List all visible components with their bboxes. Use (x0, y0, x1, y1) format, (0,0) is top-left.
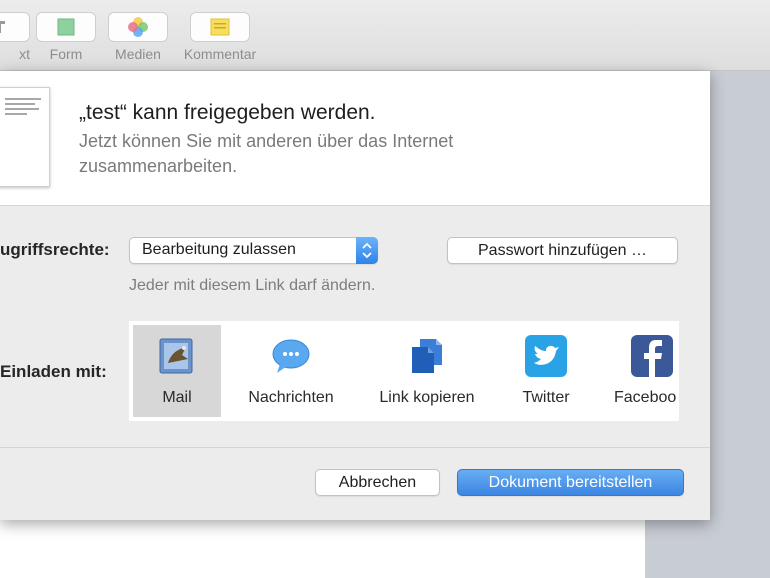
mail-icon (156, 335, 198, 377)
permission-hint: Jeder mit diesem Link darf ändern. (129, 277, 376, 294)
toolbar-form-button[interactable]: Form (36, 12, 96, 62)
sheet-description: Jetzt können Sie mit anderen über das In… (79, 131, 454, 176)
toolbar-label: Form (49, 46, 83, 62)
share-option-label: Mail (162, 389, 192, 406)
toolbar-comment-button[interactable]: Kommentar (184, 12, 256, 62)
permissions-label: ugriffsrechte: (0, 240, 110, 259)
toolbar-label: Kommentar (183, 46, 257, 62)
share-option-copy-link[interactable]: Link kopieren (365, 325, 489, 417)
copy-link-icon (406, 335, 448, 377)
media-icon (108, 12, 168, 42)
sheet-header: „test“ kann freigegeben werden. Jetzt kö… (0, 71, 710, 206)
document-thumbnail (0, 87, 50, 187)
toolbar-label: xt (19, 46, 30, 62)
share-option-label: Nachrichten (248, 389, 334, 406)
share-document-button[interactable]: Dokument bereitstellen (457, 469, 684, 496)
share-option-facebook[interactable]: Faceboo (609, 325, 679, 417)
share-option-mail[interactable]: Mail (133, 325, 221, 417)
sheet-title: „test“ kann freigegeben werden. (79, 101, 376, 124)
footer-divider (0, 447, 710, 448)
share-options: Mail Nachrichten Link kopieren Twitter F… (129, 321, 679, 421)
toolbar: xt Form Medien Kommentar (0, 0, 770, 71)
permission-select[interactable]: Bearbeitung zulassen (129, 237, 378, 264)
share-option-label: Twitter (522, 389, 570, 406)
comment-icon (190, 12, 250, 42)
share-option-label: Faceboo (614, 389, 677, 406)
share-option-label: Link kopieren (379, 389, 475, 406)
add-password-button[interactable]: Passwort hinzufügen … (447, 237, 678, 264)
toolbar-text-button[interactable]: xt (0, 12, 30, 62)
facebook-icon (631, 335, 673, 377)
share-option-twitter[interactable]: Twitter (505, 325, 587, 417)
share-option-messages[interactable]: Nachrichten (237, 325, 345, 417)
invite-label: Einladen mit: (0, 362, 107, 381)
permission-value: Bearbeitung zulassen (142, 241, 296, 258)
messages-icon (270, 335, 312, 377)
toolbar-label: Medien (115, 46, 161, 62)
twitter-icon (525, 335, 567, 377)
cancel-button[interactable]: Abbrechen (315, 469, 440, 496)
text-icon (0, 12, 30, 42)
shape-icon (36, 12, 96, 42)
toolbar-media-button[interactable]: Medien (108, 12, 168, 62)
chevron-up-down-icon (356, 237, 378, 264)
share-sheet: „test“ kann freigegeben werden. Jetzt kö… (0, 71, 710, 520)
